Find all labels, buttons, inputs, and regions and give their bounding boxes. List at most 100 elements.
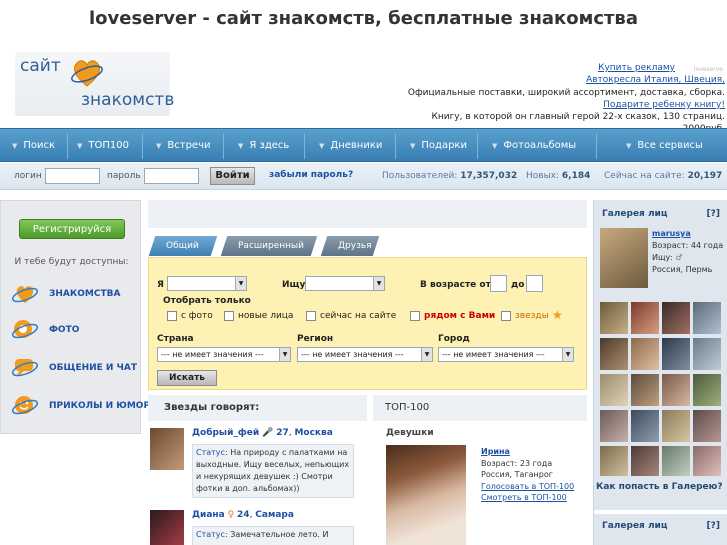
gallery-name[interactable]: marusya	[652, 228, 726, 240]
buy-ad-link[interactable]: Купить рекламу	[598, 63, 675, 73]
star-status: Статус: На природу с палатками на выходн…	[192, 444, 354, 498]
login-label: логин	[14, 171, 42, 181]
feature-humor[interactable]: ПРИКОЛЫ И ЮМОР	[11, 393, 150, 419]
star-photo[interactable]	[150, 428, 184, 470]
password-label: пароль	[107, 171, 141, 181]
with-photo-checkbox[interactable]	[167, 311, 177, 321]
age-to-input[interactable]	[526, 275, 543, 292]
region-select[interactable]: --- не имеет значения --- ▼	[297, 347, 433, 362]
nav-item-gifts[interactable]: ▼ Подарки	[410, 129, 467, 163]
gallery-thumb[interactable]	[662, 338, 690, 370]
gallery-thumb[interactable]	[662, 410, 690, 442]
login-input[interactable]	[45, 168, 100, 184]
register-button[interactable]: Регистрируйся	[19, 219, 125, 239]
online-stat-label: Сейчас на сайте:	[604, 171, 685, 181]
logo-word-1: сайт	[20, 56, 61, 76]
feature-photo[interactable]: ФОТО	[11, 317, 141, 343]
country-select[interactable]: --- не имеет значения --- ▼	[157, 347, 291, 362]
show-only-label: Отобрать только	[163, 296, 251, 306]
nav-item-top100[interactable]: ▼ ТОП100	[77, 129, 129, 163]
login-button[interactable]: Войти	[210, 167, 255, 185]
online-stat-value: 20,197	[687, 171, 723, 181]
nav-item-meetings[interactable]: ▼ Встречи	[156, 129, 210, 163]
gallery-thumb[interactable]	[693, 410, 721, 442]
top100-vote-link[interactable]: Голосовать в ТОП-100	[481, 481, 581, 493]
status-label: Статус:	[196, 530, 228, 539]
with-photo-label: с фото	[181, 311, 213, 321]
chevron-down-icon: ▼	[421, 348, 432, 361]
chevron-down-icon: ▼	[562, 348, 573, 361]
star-city: Самара	[255, 510, 294, 520]
gallery-main-photo[interactable]	[600, 228, 648, 288]
top100-name[interactable]: Ирина	[481, 446, 581, 458]
online-now-checkbox[interactable]	[306, 311, 316, 321]
star-photo[interactable]	[150, 510, 184, 545]
stars-heading: Звезды говорят:	[148, 395, 367, 421]
top100-location: Россия, Таганрог	[481, 470, 553, 479]
nav-item-albums[interactable]: ▼ Фотоальбомы	[492, 129, 576, 163]
top100-info: Ирина Возраст: 23 года Россия, Таганрог …	[481, 446, 581, 504]
arrow-icon: ▼	[492, 142, 498, 150]
ad-link-1[interactable]: Автокресла Италия, Швеция,	[586, 75, 725, 85]
gallery-thumb[interactable]	[631, 410, 659, 442]
forgot-password-link[interactable]: забыли пароль?	[269, 170, 353, 180]
gallery-help-link[interactable]: [?]	[707, 206, 720, 222]
ad-text-1: Официальные поставки, широкий ассортимен…	[407, 87, 725, 98]
star-name[interactable]: Добрый_фей	[192, 428, 259, 438]
password-input[interactable]	[144, 168, 199, 184]
gallery-thumb[interactable]	[693, 338, 721, 370]
gallery-thumb[interactable]	[600, 302, 628, 334]
stars-checkbox[interactable]	[501, 311, 511, 321]
gallery-thumb[interactable]	[693, 374, 721, 406]
nav-item-here[interactable]: ▼ Я здесь	[238, 129, 289, 163]
gallery-thumb[interactable]	[693, 446, 721, 476]
star-name[interactable]: Диана	[192, 510, 225, 520]
tab-friends[interactable]: Друзья	[320, 236, 380, 256]
gallery-thumb[interactable]	[631, 338, 659, 370]
tab-general[interactable]: Общий	[148, 236, 218, 256]
top100-heading[interactable]: ТОП-100	[373, 395, 587, 421]
users-stat-value: 17,357,032	[460, 171, 518, 181]
gallery-thumb[interactable]	[631, 446, 659, 476]
nav-item-all-services[interactable]: ▼ Все сервисы	[626, 129, 703, 163]
gallery-thumb[interactable]	[600, 446, 628, 476]
site-logo[interactable]: сайт знакомств	[15, 52, 174, 116]
ad-link-2[interactable]: Подарите ребенку книгу!	[603, 100, 725, 110]
nav-divider	[223, 133, 224, 159]
gallery-thumb[interactable]	[662, 302, 690, 334]
gallery-how-link[interactable]: Как попасть в Галерею?	[596, 482, 723, 492]
feature-chat[interactable]: ОБЩЕНИЕ И ЧАТ	[11, 355, 141, 381]
near-you-checkbox[interactable]	[410, 311, 420, 321]
i-select[interactable]: ▼	[167, 276, 247, 291]
seek-select[interactable]: ▼	[305, 276, 385, 291]
nav-item-search[interactable]: ▼ Поиск	[12, 129, 55, 163]
feature-label: ФОТО	[49, 325, 80, 335]
top100-view-link[interactable]: Смотреть в ТОП-100	[481, 492, 581, 504]
near-you-label: рядом с Вами	[424, 311, 496, 321]
feature-dating[interactable]: ЗНАКОМСТВА	[11, 281, 141, 307]
gallery-help-link-2[interactable]: [?]	[707, 518, 720, 534]
new-faces-checkbox[interactable]	[224, 311, 234, 321]
right-sidebar: Галерея лиц [?] marusya Возраст: 44 года …	[593, 200, 727, 545]
nav-label: Подарки	[421, 140, 467, 151]
gallery-2: Галерея лиц [?]	[594, 510, 727, 545]
gallery-thumb[interactable]	[600, 338, 628, 370]
gallery-thumb[interactable]	[600, 374, 628, 406]
nav-item-diaries[interactable]: ▼ Дневники	[319, 129, 382, 163]
arrow-icon: ▼	[238, 142, 244, 150]
gallery-thumb[interactable]	[693, 302, 721, 334]
gallery-thumb[interactable]	[631, 302, 659, 334]
gallery-heading-2: Галерея лиц [?]	[594, 518, 727, 534]
age-from-input[interactable]	[490, 275, 507, 292]
city-select[interactable]: --- не имеет значения --- ▼	[438, 347, 574, 362]
top100-girls-label: Девушки	[386, 428, 434, 438]
gallery-thumb[interactable]	[662, 446, 690, 476]
top100-photo[interactable]	[386, 445, 466, 545]
gallery-thumb[interactable]	[662, 374, 690, 406]
tab-advanced[interactable]: Расширенный	[220, 236, 318, 256]
i-label: Я	[157, 280, 164, 290]
search-button[interactable]: Искать	[157, 370, 217, 386]
hearts-icon	[11, 286, 39, 303]
gallery-thumb[interactable]	[631, 374, 659, 406]
gallery-thumb[interactable]	[600, 410, 628, 442]
